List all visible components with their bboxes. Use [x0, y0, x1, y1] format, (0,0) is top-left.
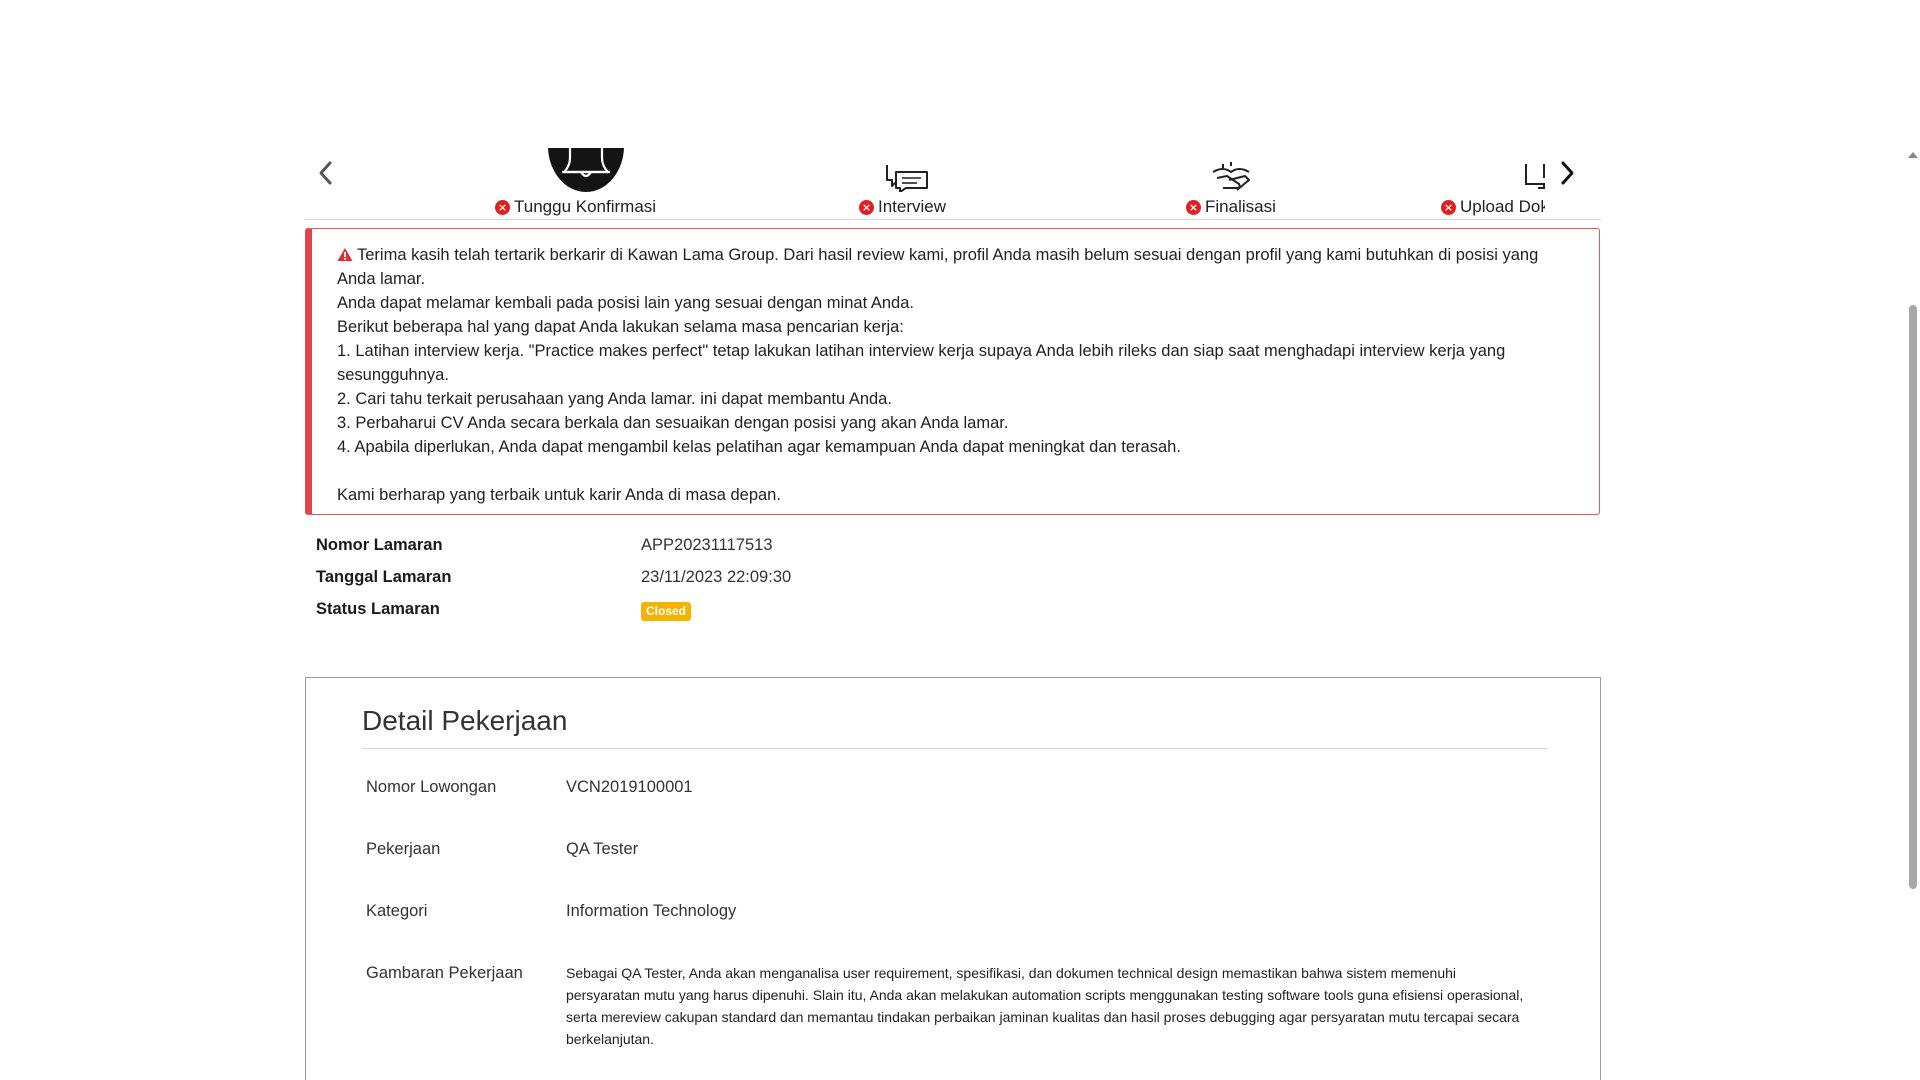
- page: × Tunggu Konfirmasi × Interview × Finali…: [0, 0, 1920, 1080]
- alert-line-1-text: Terima kasih telah tertarik berkarir di …: [337, 246, 1539, 288]
- stepper-next-button[interactable]: [1552, 154, 1582, 192]
- alert-tip-3: 3. Perbaharui CV Anda secara berkala dan…: [337, 414, 1009, 432]
- summary-label: Nomor Lamaran: [316, 536, 443, 554]
- alert-line-1: Terima kasih telah tertarik berkarir di …: [337, 243, 1579, 291]
- detail-row-kategori: Kategori Information Technology: [366, 902, 736, 921]
- warning-triangle-icon: [337, 248, 353, 261]
- step-label: Finalisasi: [1205, 197, 1276, 216]
- chevron-right-icon: [1561, 161, 1574, 185]
- summary-nomor-lamaran: Nomor Lamaran APP20231117513: [316, 536, 773, 555]
- chat-bubbles-icon: [884, 148, 930, 192]
- stepper-prev-button[interactable]: [311, 154, 341, 192]
- step-upload-dokumen[interactable]: × Upload Dokumen Pelengkap: [1441, 148, 1545, 219]
- step-label: Interview: [878, 197, 947, 216]
- stepper-track: × Tunggu Konfirmasi × Interview × Finali…: [345, 148, 1545, 219]
- step-interview[interactable]: × Interview: [859, 148, 969, 219]
- detail-label: Gambaran Pekerjaan: [366, 964, 523, 982]
- detail-label: Nomor Lowongan: [366, 778, 497, 796]
- job-detail-card: Detail Pekerjaan Nomor Lowongan VCN20191…: [305, 677, 1601, 1080]
- summary-tanggal-lamaran: Tanggal Lamaran 23/11/2023 22:09:30: [316, 568, 791, 587]
- detail-row-pekerjaan: Pekerjaan QA Tester: [366, 840, 638, 859]
- alert-closing: Kami berharap yang terbaik untuk karir A…: [337, 486, 781, 504]
- step-label-row: × Upload Dokumen Pelengkap: [1441, 197, 1545, 217]
- scrollbar-thumb[interactable]: [1909, 305, 1917, 889]
- detail-value: Information Technology: [566, 902, 737, 920]
- rejection-alert: Terima kasih telah tertarik berkarir di …: [305, 228, 1600, 515]
- step-label-row: × Finalisasi: [1186, 197, 1276, 217]
- summary-status-lamaran: Status Lamaran Closed: [316, 600, 692, 621]
- step-tunggu-konfirmasi[interactable]: × Tunggu Konfirmasi: [495, 148, 675, 219]
- error-x-icon: ×: [495, 199, 510, 215]
- scroll-up-arrow-icon[interactable]: [1908, 152, 1918, 158]
- detail-title: Detail Pekerjaan: [362, 705, 568, 736]
- detail-description: Sebagai QA Tester, Anda akan menganalisa…: [566, 965, 1524, 1047]
- divider: [362, 748, 1547, 749]
- summary-label: Tanggal Lamaran: [316, 568, 452, 586]
- detail-value: QA Tester: [566, 840, 639, 858]
- chevron-left-icon: [319, 161, 332, 185]
- error-x-icon: ×: [1441, 199, 1456, 215]
- bell-icon: [548, 148, 624, 192]
- step-label: Tunggu Konfirmasi: [514, 197, 657, 216]
- step-label-row: × Interview: [859, 197, 946, 217]
- detail-row-gambaran-pekerjaan: Gambaran Pekerjaan Sebagai QA Tester, An…: [366, 964, 1523, 1047]
- application-progress-stepper: × Tunggu Konfirmasi × Interview × Finali…: [305, 148, 1601, 220]
- alert-tip-1: 1. Latihan interview kerja. "Practice ma…: [337, 342, 1506, 384]
- detail-label: Kategori: [366, 902, 428, 920]
- error-x-icon: ×: [1186, 199, 1201, 215]
- step-label-row: × Tunggu Konfirmasi: [495, 197, 656, 217]
- detail-label: Pekerjaan: [366, 840, 441, 858]
- alert-tip-4: 4. Apabila diperlukan, Anda dapat mengam…: [337, 438, 1181, 456]
- summary-value: Closed: [641, 601, 692, 621]
- summary-value: 23/11/2023 22:09:30: [641, 568, 792, 586]
- summary-value: APP20231117513: [641, 536, 773, 554]
- monitor-upload-icon: [1522, 148, 1545, 192]
- error-x-icon: ×: [859, 199, 874, 215]
- detail-row-nomor-lowongan: Nomor Lowongan VCN2019100001: [366, 778, 693, 797]
- alert-tip-2: 2. Cari tahu terkait perusahaan yang And…: [337, 390, 892, 408]
- alert-line-3: Berikut beberapa hal yang dapat Anda lak…: [337, 318, 904, 336]
- handshake-icon: [1209, 148, 1253, 192]
- alert-line-2: Anda dapat melamar kembali pada posisi l…: [337, 294, 914, 312]
- detail-value: VCN2019100001: [566, 778, 693, 796]
- step-label: Upload Dokumen Pelengkap: [1460, 197, 1545, 216]
- page-scrollbar[interactable]: [1904, 148, 1920, 1080]
- summary-label: Status Lamaran: [316, 600, 440, 618]
- step-finalisasi[interactable]: × Finalisasi: [1186, 148, 1296, 219]
- status-badge: Closed: [641, 602, 692, 621]
